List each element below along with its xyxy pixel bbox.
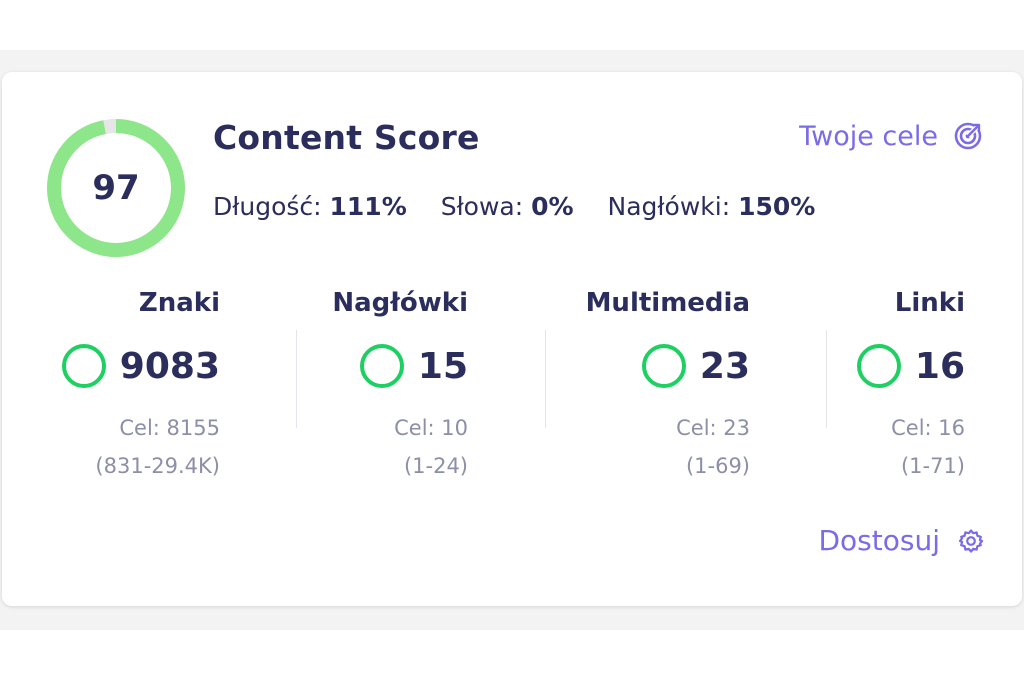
customize-button[interactable]: Dostosuj [818, 524, 984, 557]
stat-value: 23 [699, 345, 750, 387]
metric-length: Długość: 111% [213, 192, 415, 221]
stat-row: 16 [856, 344, 965, 388]
column-divider [296, 330, 297, 428]
stat-characters: Znaki 9083 Cel: 8155 (831-29.4K) [40, 288, 220, 488]
column-divider [826, 330, 827, 428]
metric-value: 150% [738, 192, 816, 221]
stat-links: Linki 16 Cel: 16 (1-71) [830, 288, 965, 488]
status-circle-icon [61, 344, 106, 388]
stat-value: 16 [914, 345, 965, 387]
stat-range: (1-69) [685, 454, 750, 478]
customize-label: Dostosuj [818, 524, 940, 557]
gear-icon [958, 528, 984, 554]
status-circle-icon [641, 344, 686, 388]
stat-headings: Nagłówki 15 Cel: 10 (1-24) [300, 288, 468, 488]
status-circle-icon [856, 344, 901, 388]
metric-value: 111% [329, 192, 407, 221]
score-value: 97 [92, 168, 140, 208]
target-icon [952, 120, 984, 152]
metric-words: Słowa: 0% [441, 192, 582, 221]
stat-value: 15 [417, 345, 468, 387]
stat-range: (831-29.4K) [95, 454, 220, 478]
score-ring: 97 [46, 118, 186, 258]
stat-value: 9083 [119, 345, 220, 387]
stat-target: Cel: 16 [891, 416, 965, 440]
metric-label: Długość: [213, 192, 322, 221]
stat-title: Nagłówki [332, 288, 468, 318]
stat-multimedia: Multimedia 23 Cel: 23 (1-69) [550, 288, 750, 488]
stat-target: Cel: 10 [394, 416, 468, 440]
metric-label: Słowa: [440, 192, 524, 221]
stat-title: Znaki [138, 288, 220, 318]
stat-row: 15 [359, 344, 468, 388]
stat-row: 9083 [61, 344, 220, 388]
stat-title: Linki [894, 288, 965, 318]
metric-value: 0% [531, 192, 574, 221]
card-title: Content Score [213, 118, 480, 157]
stat-target: Cel: 23 [676, 416, 750, 440]
metric-headings: Nagłówki: 150% [608, 192, 816, 221]
column-divider [545, 330, 546, 428]
stat-row: 23 [641, 344, 750, 388]
goals-link-label: Twoje cele [799, 120, 938, 152]
stat-target: Cel: 8155 [119, 416, 220, 440]
stat-range: (1-24) [403, 454, 468, 478]
status-circle-icon [359, 344, 404, 388]
stat-range: (1-71) [900, 454, 965, 478]
metrics-summary: Długość: 111% Słowa: 0% Nagłówki: 150% [213, 192, 841, 221]
metric-label: Nagłówki: [607, 192, 731, 221]
stat-title: Multimedia [585, 288, 750, 318]
goals-link[interactable]: Twoje cele [799, 120, 984, 152]
